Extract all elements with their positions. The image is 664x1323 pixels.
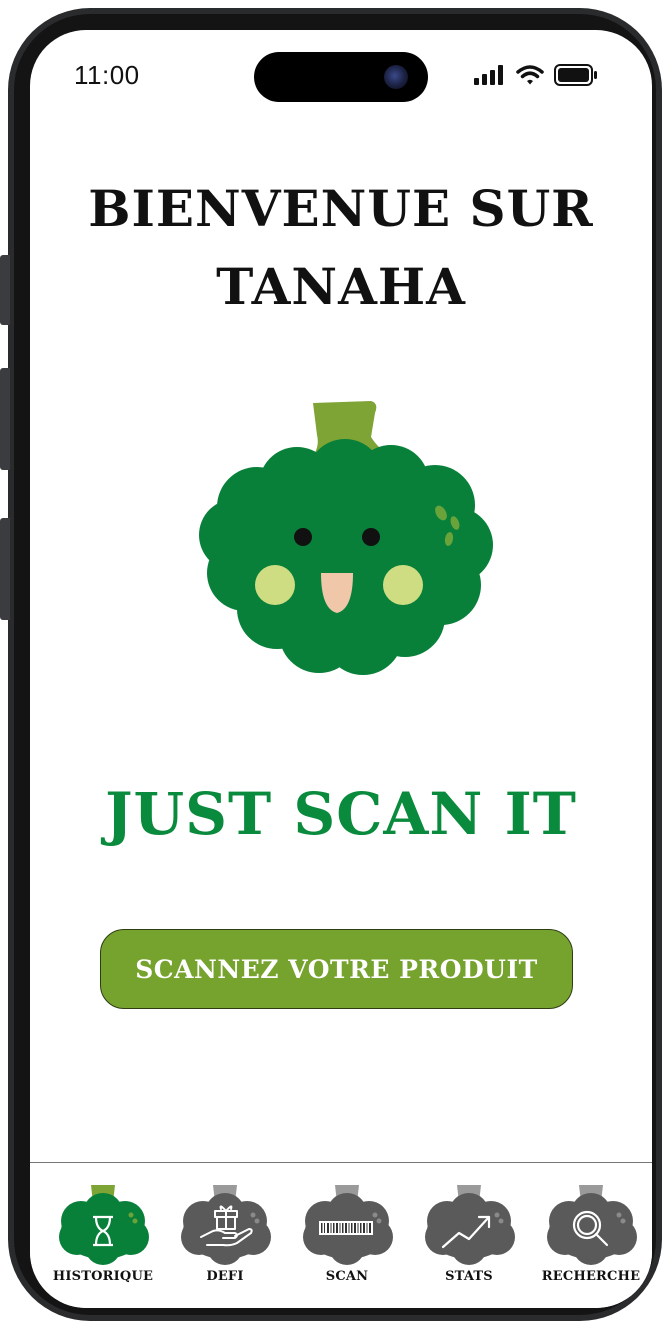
- nav-label-recherche: RECHERCHE: [541, 1269, 641, 1284]
- mute-switch: [0, 255, 10, 325]
- barcode-icon: [303, 1185, 393, 1265]
- front-camera-icon: [384, 65, 408, 89]
- volume-up-button: [0, 368, 10, 470]
- wifi-icon: [516, 65, 544, 85]
- nav-item-recherche[interactable]: RECHERCHE: [536, 1181, 646, 1291]
- welcome-title: BIENVENUE SUR TANAHA: [30, 170, 652, 326]
- nav-item-historique[interactable]: HISTORIQUE: [48, 1181, 158, 1291]
- nav-label-historique: HISTORIQUE: [52, 1269, 154, 1284]
- nav-item-defi[interactable]: DEFI: [170, 1181, 280, 1291]
- status-time: 11:00: [74, 60, 140, 90]
- gift-hand-icon: [181, 1185, 271, 1265]
- nav-item-scan[interactable]: SCAN: [292, 1181, 402, 1291]
- nav-label-defi: DEFI: [206, 1269, 244, 1284]
- bottom-nav: HISTORIQUE DEFI SCAN STATS RECHERCHE: [30, 1162, 652, 1308]
- cellular-signal-icon: [474, 65, 503, 85]
- app-screen: 11:00 BIENVENUE SUR TANAHA JUST SCAN IT …: [30, 30, 652, 1308]
- dynamic-island: [254, 52, 428, 102]
- welcome-title-line1: BIENVENUE SUR: [88, 179, 594, 238]
- broccoli-mascot-icon: [199, 401, 493, 675]
- volume-down-button: [0, 518, 10, 620]
- battery-icon: [554, 64, 597, 86]
- hourglass-icon: [59, 1185, 149, 1265]
- scan-product-button[interactable]: SCANNEZ VOTRE PRODUIT: [100, 929, 573, 1009]
- magnifier-icon: [547, 1185, 637, 1265]
- welcome-title-line2: TANAHA: [216, 257, 466, 316]
- tagline: JUST SCAN IT: [105, 780, 577, 848]
- nav-label-scan: SCAN: [325, 1269, 369, 1284]
- nav-item-stats[interactable]: STATS: [414, 1181, 524, 1291]
- status-icons: [474, 64, 598, 86]
- nav-label-stats: STATS: [445, 1269, 493, 1284]
- trend-arrow-icon: [425, 1185, 515, 1265]
